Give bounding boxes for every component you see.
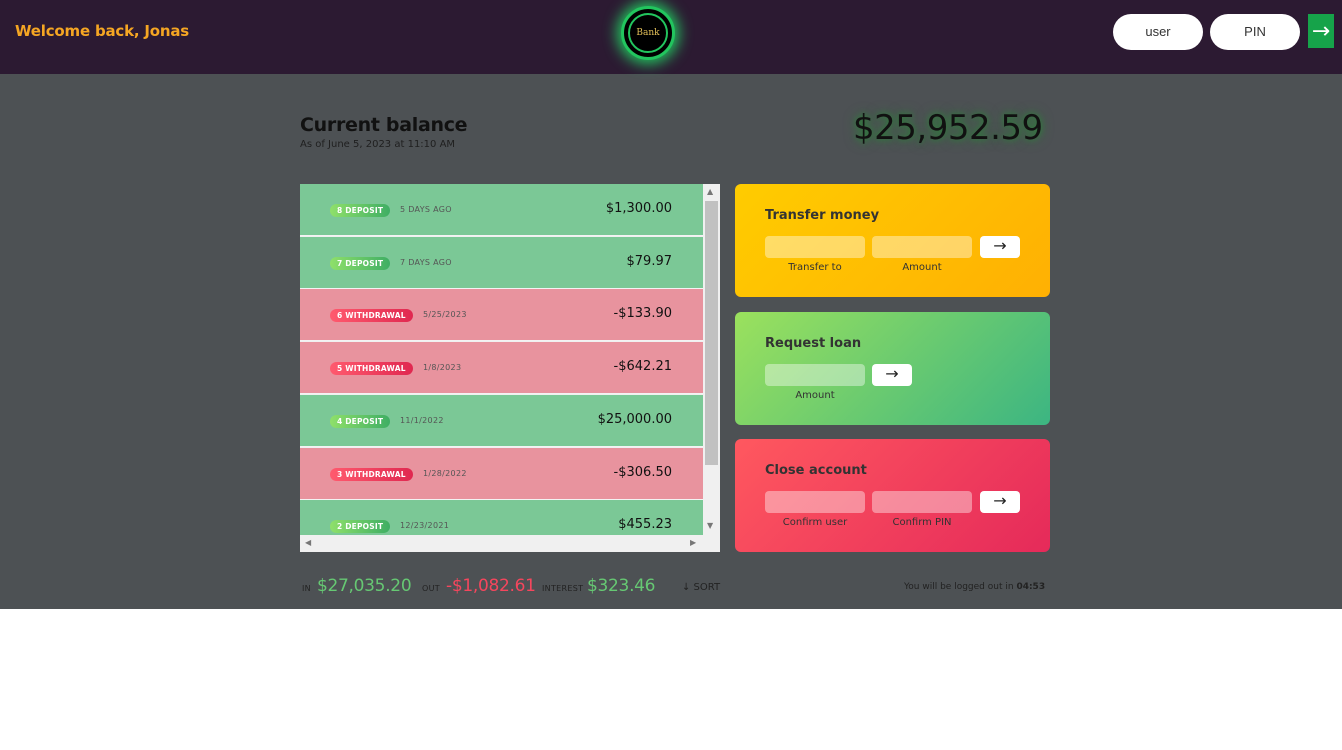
close-title: Close account (765, 463, 867, 478)
close-user-input[interactable] (765, 491, 865, 513)
transfer-button[interactable]: → (980, 236, 1020, 258)
movement-value: -$642.21 (613, 359, 672, 374)
close-user-label: Confirm user (782, 517, 848, 528)
balance-value: $25,952.59 (853, 108, 1043, 148)
movement-row: 8 DEPOSIT 5 DAYS AGO $1,300.00 (300, 184, 703, 236)
balance-date: As of June 5, 2023 at 11:10 AM (300, 139, 456, 150)
movement-value: $79.97 (626, 254, 673, 269)
bank-logo: Bank (621, 6, 675, 60)
movement-type-badge: 8 DEPOSIT (330, 204, 391, 217)
loan-panel: Request loan → Amount (735, 312, 1050, 425)
summary-interest-value: $323.46 (587, 576, 656, 596)
logout-timer: You will be logged out in 04:53 (904, 582, 1045, 592)
sort-button[interactable]: ↓ SORT (682, 582, 720, 593)
transfer-amount-input[interactable] (872, 236, 972, 258)
transfer-to-label: Transfer to (788, 262, 842, 273)
movement-row: 7 DEPOSIT 7 DAYS AGO $79.97 (300, 237, 703, 289)
close-button[interactable]: → (980, 491, 1020, 513)
movement-date: 5 DAYS AGO (400, 205, 452, 214)
movement-value: $455.23 (618, 517, 672, 532)
loan-amount-input[interactable] (765, 364, 865, 386)
movement-date: 12/23/2021 (400, 521, 450, 530)
login-user-input[interactable]: user (1113, 14, 1203, 50)
summary-out-value: -$1,082.61 (446, 576, 536, 596)
movement-date: 1/28/2022 (423, 469, 467, 478)
logout-timer-value: 04:53 (1016, 582, 1046, 592)
movement-date: 7 DAYS AGO (400, 258, 452, 267)
arrow-right-icon: → (885, 364, 899, 383)
movement-type-badge: 6 WITHDRAWAL (330, 309, 413, 322)
horizontal-scrollbar[interactable]: ◀ ▶ (300, 535, 720, 552)
summary-in-label: IN (302, 584, 311, 593)
bank-app: Welcome back, Jonas Bank user PIN → Curr… (0, 0, 1342, 609)
bank-logo-text: Bank (628, 13, 668, 53)
movement-value: $25,000.00 (597, 412, 672, 427)
summary-interest-label: INTEREST (542, 584, 584, 593)
movement-date: 1/8/2023 (423, 363, 462, 372)
logout-timer-text: You will be logged out in (904, 582, 1014, 592)
movement-row: 5 WITHDRAWAL 1/8/2023 -$642.21 (300, 342, 703, 394)
close-pin-input[interactable] (872, 491, 972, 513)
summary-out-label: OUT (422, 584, 440, 593)
movement-row: 3 WITHDRAWAL 1/28/2022 -$306.50 (300, 448, 703, 500)
transfer-panel: Transfer money → Transfer to Amount (735, 184, 1050, 297)
scroll-left-icon[interactable]: ◀ (305, 538, 311, 547)
arrow-right-icon: → (993, 491, 1007, 510)
movement-type-badge: 7 DEPOSIT (330, 257, 391, 270)
movement-row: 6 WITHDRAWAL 5/25/2023 -$133.90 (300, 289, 703, 341)
movement-date: 11/1/2022 (400, 416, 444, 425)
loan-title: Request loan (765, 336, 862, 351)
welcome-message: Welcome back, Jonas (15, 22, 190, 40)
summary-in-value: $27,035.20 (317, 576, 412, 596)
movements-list[interactable]: 8 DEPOSIT 5 DAYS AGO $1,300.00 7 DEPOSIT… (300, 184, 720, 552)
movement-value: -$133.90 (613, 306, 672, 321)
scroll-up-icon[interactable]: ▲ (707, 187, 713, 196)
close-pin-label: Confirm PIN (892, 517, 952, 528)
login-pin-input[interactable]: PIN (1210, 14, 1300, 50)
vertical-scroll-thumb[interactable] (705, 201, 718, 465)
top-nav: Welcome back, Jonas Bank user PIN → (0, 0, 1342, 74)
scroll-right-icon[interactable]: ▶ (690, 538, 696, 547)
movement-value: $1,300.00 (605, 201, 672, 216)
movement-type-badge: 4 DEPOSIT (330, 415, 391, 428)
movement-value: -$306.50 (613, 465, 672, 480)
transfer-to-input[interactable] (765, 236, 865, 258)
arrow-right-icon: → (993, 236, 1007, 255)
movement-type-badge: 2 DEPOSIT (330, 520, 391, 533)
transfer-amount-label: Amount (902, 262, 942, 273)
close-account-panel: Close account → Confirm user Confirm PIN (735, 439, 1050, 552)
movement-type-badge: 5 WITHDRAWAL (330, 362, 413, 375)
movements-rows: 8 DEPOSIT 5 DAYS AGO $1,300.00 7 DEPOSIT… (300, 184, 703, 535)
movement-row: 2 DEPOSIT 12/23/2021 $455.23 (300, 500, 703, 535)
arrow-right-icon: → (1311, 18, 1331, 44)
movement-type-badge: 3 WITHDRAWAL (330, 468, 413, 481)
movement-row: 4 DEPOSIT 11/1/2022 $25,000.00 (300, 395, 703, 447)
scroll-down-icon[interactable]: ▼ (707, 521, 713, 530)
loan-amount-label: Amount (795, 390, 835, 401)
login-button[interactable]: → (1308, 14, 1334, 48)
movement-date: 5/25/2023 (423, 310, 467, 319)
balance-label: Current balance (300, 114, 468, 136)
loan-button[interactable]: → (872, 364, 912, 386)
transfer-title: Transfer money (765, 208, 880, 223)
